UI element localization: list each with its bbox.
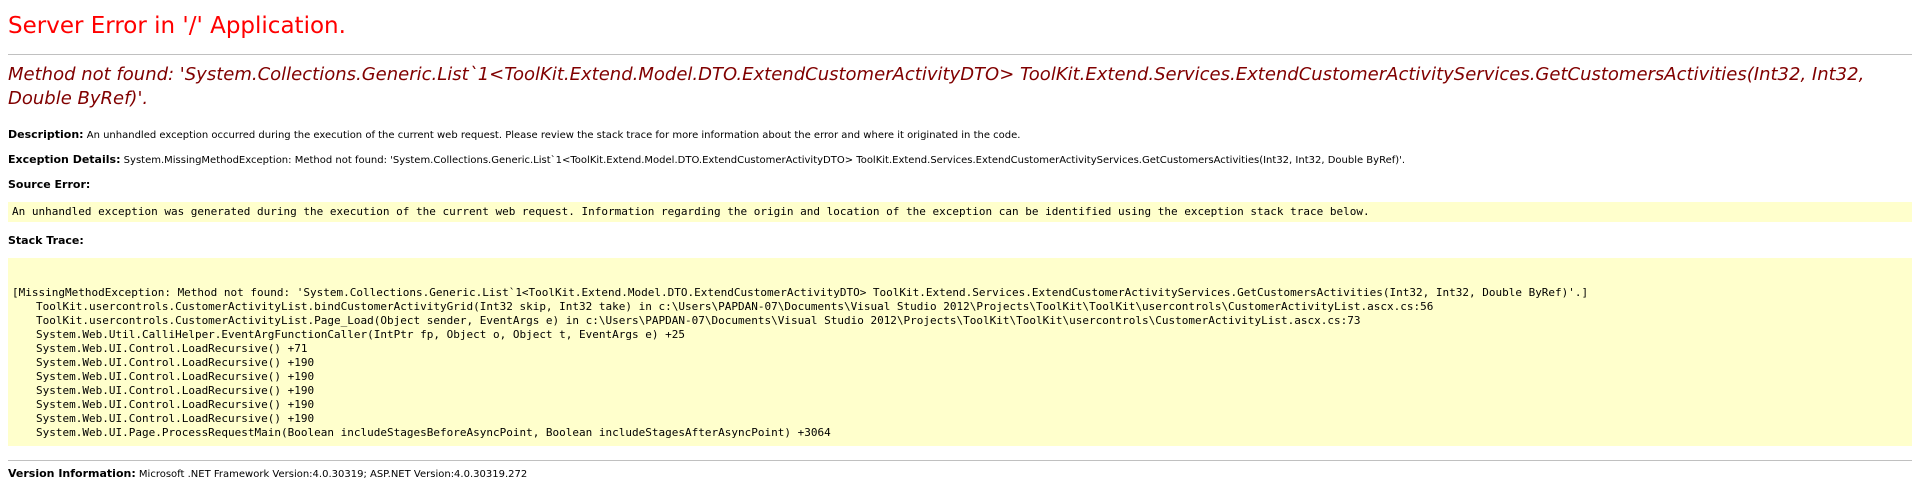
- page-title: Server Error in '/' Application.: [8, 13, 346, 39]
- description-section: Description: An unhandled exception occu…: [8, 128, 1912, 143]
- description-text: An unhandled exception occurred during t…: [86, 130, 1021, 141]
- stack-trace-box: [MissingMethodException: Method not foun…: [8, 258, 1912, 446]
- stack-trace-line: System.Web.UI.Control.LoadRecursive() +1…: [36, 398, 315, 411]
- stack-trace-line: System.Web.UI.Control.LoadRecursive() +1…: [36, 412, 315, 425]
- description-label: Description:: [8, 128, 84, 141]
- error-message: Method not found: 'System.Collections.Ge…: [8, 64, 1865, 109]
- version-info-label: Version Information:: [8, 467, 136, 480]
- error-page: Server Error in '/' Application. Method …: [0, 0, 1920, 501]
- source-error-box: An unhandled exception was generated dur…: [8, 202, 1912, 222]
- source-error-text: An unhandled exception was generated dur…: [12, 205, 1370, 218]
- version-info-text: Microsoft .NET Framework Version:4.0.303…: [138, 469, 528, 480]
- stack-trace-line: System.Web.UI.Control.LoadRecursive() +1…: [36, 356, 315, 369]
- exception-details-label: Exception Details:: [8, 153, 121, 166]
- exception-details-text: System.MissingMethodException: Method no…: [123, 155, 1406, 166]
- stack-trace-line: System.Web.Util.CalliHelper.EventArgFunc…: [36, 328, 686, 341]
- stack-trace-line: [MissingMethodException: Method not foun…: [12, 286, 1589, 299]
- source-error-label: Source Error:: [8, 178, 91, 191]
- version-info-section: Version Information: Microsoft .NET Fram…: [8, 467, 1912, 482]
- stack-trace-line: System.Web.UI.Page.ProcessRequestMain(Bo…: [36, 426, 831, 439]
- stack-trace-line: System.Web.UI.Control.LoadRecursive() +1…: [36, 370, 315, 383]
- stack-trace-line: System.Web.UI.Control.LoadRecursive() +7…: [36, 342, 308, 355]
- exception-details-section: Exception Details: System.MissingMethodE…: [8, 153, 1912, 168]
- stack-trace-label: Stack Trace:: [8, 234, 84, 247]
- stack-trace-line: ToolKit.usercontrols.CustomerActivityLis…: [36, 300, 1434, 313]
- title-divider: [8, 54, 1912, 55]
- stack-trace-line: ToolKit.usercontrols.CustomerActivityLis…: [36, 314, 1361, 327]
- version-divider: [8, 460, 1912, 461]
- stack-trace-line: System.Web.UI.Control.LoadRecursive() +1…: [36, 384, 315, 397]
